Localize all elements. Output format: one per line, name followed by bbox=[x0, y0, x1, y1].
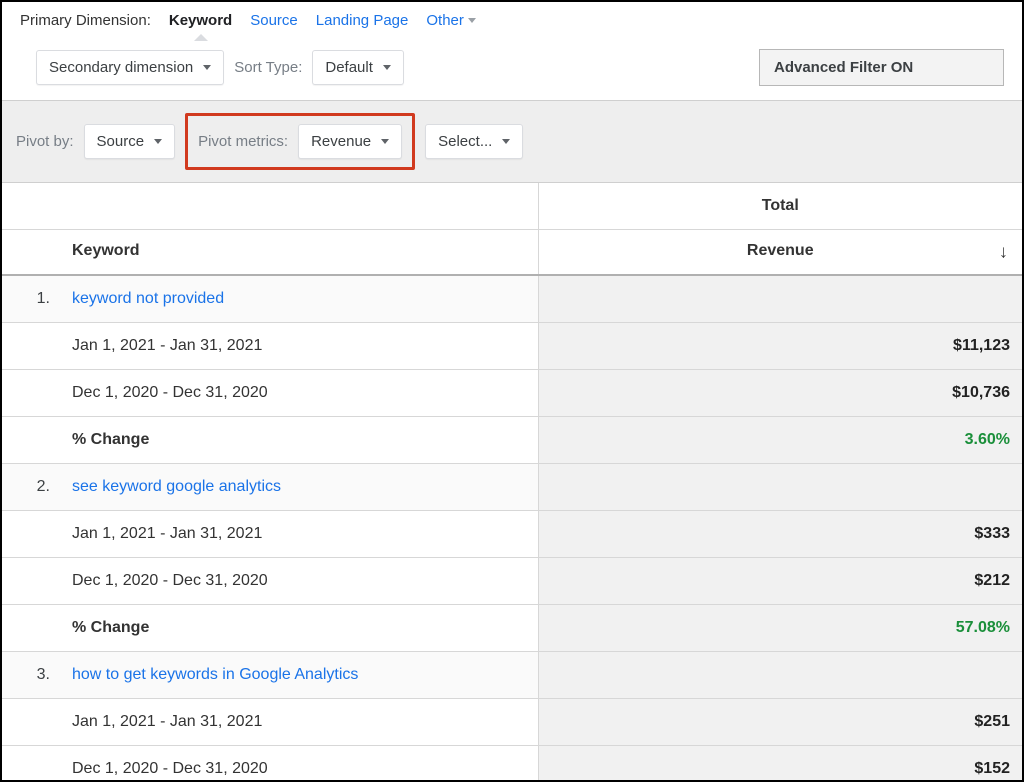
subrow-label: Jan 1, 2021 - Jan 31, 2021 bbox=[60, 323, 538, 370]
pivot-metrics-label: Pivot metrics: bbox=[198, 133, 288, 150]
subrow-value: $251 bbox=[538, 699, 1022, 746]
secondary-dimension-dropdown[interactable]: Secondary dimension bbox=[36, 50, 224, 85]
controls-row: Secondary dimension Sort Type: Default A… bbox=[2, 35, 1022, 100]
chevron-down-icon bbox=[154, 139, 162, 144]
subrow-value: 3.60% bbox=[538, 417, 1022, 464]
pivot-metrics-highlight: Pivot metrics: Revenue bbox=[185, 113, 415, 170]
pivot-select-dropdown[interactable]: Select... bbox=[425, 124, 523, 159]
subrow-label: Dec 1, 2020 - Dec 31, 2020 bbox=[60, 746, 538, 782]
pivot-row: Pivot by: Source Pivot metrics: Revenue … bbox=[2, 100, 1022, 183]
revenue-cell bbox=[538, 464, 1022, 511]
subrow-value: $152 bbox=[538, 746, 1022, 782]
chevron-down-icon bbox=[502, 139, 510, 144]
column-revenue-label: Revenue bbox=[747, 242, 814, 259]
row-index: 3. bbox=[2, 652, 60, 699]
subrow-label: % Change bbox=[60, 605, 538, 652]
pivot-select-label: Select... bbox=[438, 133, 492, 150]
revenue-cell bbox=[538, 652, 1022, 699]
tab-other[interactable]: Other bbox=[426, 12, 476, 29]
sort-type-value: Default bbox=[325, 59, 373, 76]
subrow-label: Dec 1, 2020 - Dec 31, 2020 bbox=[60, 370, 538, 417]
sort-type-label: Sort Type: bbox=[234, 59, 302, 76]
subrow-label: Jan 1, 2021 - Jan 31, 2021 bbox=[60, 511, 538, 558]
chevron-down-icon bbox=[383, 65, 391, 70]
pivot-metrics-dropdown[interactable]: Revenue bbox=[298, 124, 402, 159]
keyword-link[interactable]: see keyword google analytics bbox=[72, 478, 281, 495]
pivot-by-label: Pivot by: bbox=[16, 133, 74, 150]
secondary-dimension-label: Secondary dimension bbox=[49, 59, 193, 76]
sort-type-dropdown[interactable]: Default bbox=[312, 50, 404, 85]
keyword-link[interactable]: how to get keywords in Google Analytics bbox=[72, 666, 358, 683]
column-keyword-header[interactable]: Keyword bbox=[60, 230, 538, 276]
primary-dimension-label: Primary Dimension: bbox=[20, 12, 151, 29]
subrow-value: $212 bbox=[538, 558, 1022, 605]
column-revenue-header[interactable]: Revenue ↓ bbox=[538, 230, 1022, 276]
keyword-link[interactable]: keyword not provided bbox=[72, 290, 224, 307]
advanced-filter-button[interactable]: Advanced Filter ON bbox=[759, 49, 1004, 86]
tab-other-label: Other bbox=[426, 12, 464, 29]
tab-landing-page[interactable]: Landing Page bbox=[316, 12, 409, 29]
subrow-value: $11,123 bbox=[538, 323, 1022, 370]
subrow-label: Jan 1, 2021 - Jan 31, 2021 bbox=[60, 699, 538, 746]
pivot-metrics-value: Revenue bbox=[311, 133, 371, 150]
chevron-down-icon bbox=[203, 65, 211, 70]
sort-desc-icon: ↓ bbox=[999, 242, 1008, 263]
report-table: Total Keyword Revenue ↓ 1. keyword not pr… bbox=[2, 183, 1022, 782]
row-index: 2. bbox=[2, 464, 60, 511]
chevron-down-icon bbox=[381, 139, 389, 144]
subrow-value: $10,736 bbox=[538, 370, 1022, 417]
pivot-by-dropdown[interactable]: Source bbox=[84, 124, 176, 159]
subrow-value: 57.08% bbox=[538, 605, 1022, 652]
tab-source[interactable]: Source bbox=[250, 12, 298, 29]
tab-keyword[interactable]: Keyword bbox=[169, 12, 232, 29]
revenue-cell bbox=[538, 275, 1022, 323]
advanced-filter-label: Advanced Filter ON bbox=[774, 59, 913, 76]
row-index: 1. bbox=[2, 275, 60, 323]
chevron-down-icon bbox=[468, 18, 476, 23]
primary-dimension-tabs: Primary Dimension: Keyword Source Landin… bbox=[2, 2, 1022, 35]
pivot-by-value: Source bbox=[97, 133, 145, 150]
subrow-label: Dec 1, 2020 - Dec 31, 2020 bbox=[60, 558, 538, 605]
subrow-label: % Change bbox=[60, 417, 538, 464]
subrow-value: $333 bbox=[538, 511, 1022, 558]
column-total-header: Total bbox=[538, 183, 1022, 230]
